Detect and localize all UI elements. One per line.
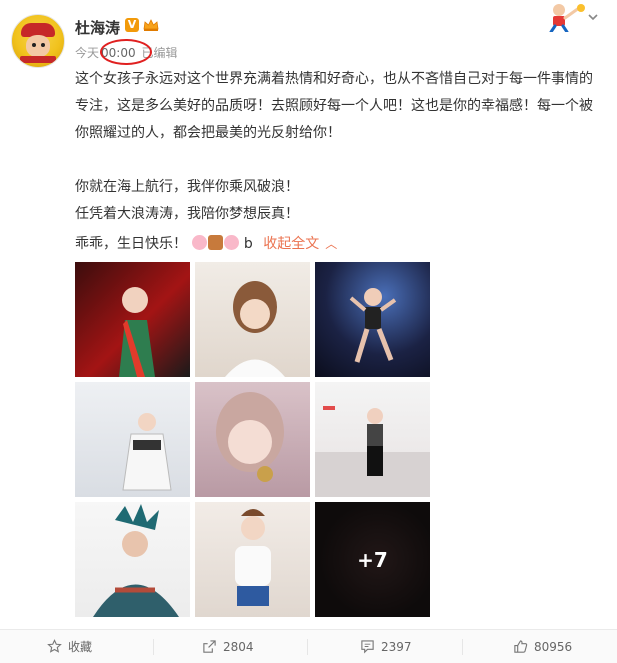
thumbs-up-icon	[514, 640, 528, 653]
repost-button[interactable]: 2804	[202, 630, 254, 663]
birthday-text: 乖乖，生日快乐！	[75, 236, 187, 252]
post-paragraph: 任凭着大浪涛涛，我陪你梦想辰真！	[75, 206, 299, 222]
star-icon	[47, 639, 62, 653]
comment-count: 2397	[381, 639, 412, 654]
action-bar: 收藏 2804 2397 80956	[0, 629, 617, 663]
photo-thumbnail[interactable]	[315, 262, 430, 377]
photo-grid: +7	[75, 262, 430, 618]
photo-thumbnail[interactable]	[195, 502, 310, 617]
post-body: 这个女孩子永远对这个世界充满着热情和好奇心，也从不吝惜自己对于每一件事情的专注，…	[75, 66, 595, 228]
photo-thumbnail[interactable]	[75, 262, 190, 377]
share-icon	[203, 640, 216, 653]
collapse-text-link[interactable]: 收起全文 ︿	[263, 236, 337, 252]
comment-icon	[361, 640, 374, 654]
birthday-trailing: b	[243, 236, 253, 252]
more-photos-tile[interactable]: +7	[315, 502, 430, 617]
crown-icon	[143, 19, 159, 31]
photo-thumbnail[interactable]	[195, 262, 310, 377]
post-day: 今天	[75, 46, 100, 60]
user-avatar[interactable]	[11, 14, 65, 68]
birthday-line: 乖乖，生日快乐！ b 收起全文 ︿	[75, 234, 337, 254]
comment-button[interactable]: 2397	[360, 630, 412, 663]
favorite-button[interactable]: 收藏	[47, 630, 92, 663]
photo-thumbnail[interactable]	[195, 382, 310, 497]
cake-emoji-icon	[208, 235, 224, 250]
photo-thumbnail[interactable]	[75, 382, 190, 497]
collapse-label: 收起全文	[263, 236, 320, 252]
highlight-circle-annotation	[100, 39, 152, 65]
username[interactable]: 杜海涛	[75, 17, 120, 38]
like-count: 80956	[534, 639, 573, 654]
post-paragraph: 这个女孩子永远对这个世界充满着热情和好奇心，也从不吝惜自己对于每一件事情的专注，…	[75, 71, 593, 141]
chevron-up-icon: ︿	[325, 237, 338, 251]
more-photos-count: +7	[315, 502, 430, 617]
pig-emoji-icon	[224, 235, 240, 250]
photo-thumbnail[interactable]	[315, 382, 430, 497]
photo-thumbnail[interactable]	[75, 502, 190, 617]
decorative-sticker-icon	[549, 4, 585, 32]
post-paragraph: 你就在海上航行，我伴你乘风破浪！	[75, 179, 299, 195]
pig-emoji-icon	[192, 235, 208, 250]
favorite-label: 收藏	[68, 640, 93, 654]
chevron-down-icon[interactable]	[588, 12, 598, 22]
like-button[interactable]: 80956	[513, 630, 572, 663]
weibo-post-card: 杜海涛 V 今天 00:00 已编辑 这个女孩子永远对这个世界充满着热情和好奇心，…	[0, 0, 617, 663]
verified-v-icon: V	[125, 18, 139, 32]
repost-count: 2804	[223, 639, 254, 654]
